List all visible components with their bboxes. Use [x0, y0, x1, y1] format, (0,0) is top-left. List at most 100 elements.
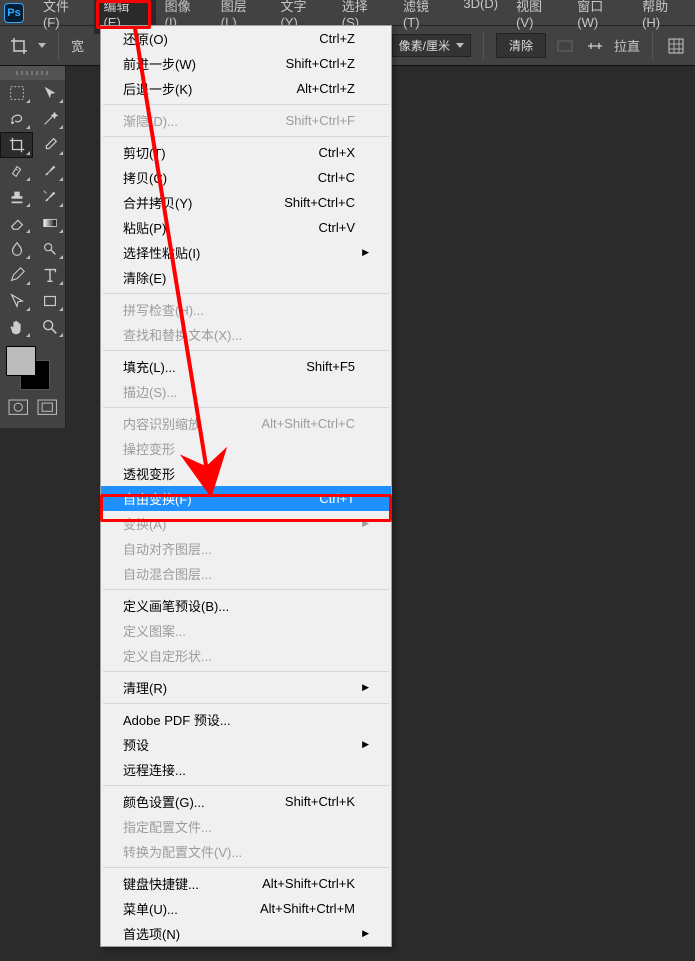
move-tool-icon[interactable] [33, 80, 66, 106]
menu-item-自动对齐图层...: 自动对齐图层... [101, 536, 391, 561]
app-logo: Ps [4, 3, 24, 23]
panel-drag-handle[interactable] [0, 66, 65, 80]
rectangle-tool-icon[interactable] [33, 288, 66, 314]
menu-item-清理(R)[interactable]: 清理(R)▶ [101, 675, 391, 700]
units-value: 像素/厘米 [399, 37, 450, 54]
menu-item-透视变形[interactable]: 透视变形 [101, 461, 391, 486]
submenu-arrow-icon: ▶ [361, 739, 369, 750]
menu-item-Adobe PDF 预设...[interactable]: Adobe PDF 预设... [101, 707, 391, 732]
units-dropdown[interactable]: 像素/厘米 [392, 34, 471, 57]
menu-item-label: 粘贴(P) [123, 218, 309, 237]
eyedropper-tool-icon[interactable] [33, 132, 66, 158]
menu-item-label: 透视变形 [123, 464, 355, 483]
menu-item-定义画笔预设(B)...[interactable]: 定义画笔预设(B)... [101, 593, 391, 618]
menubar: Ps 文件(F)编辑(E)图像(I)图层(L)文字(Y)选择(S)滤镜(T)3D… [0, 0, 695, 26]
menu-item-label: 后退一步(K) [123, 79, 286, 98]
menu-item-label: 定义画笔预设(B)... [123, 596, 355, 615]
menu-separator [103, 293, 389, 294]
gradient-tool-icon[interactable] [33, 210, 66, 236]
menu-item-首选项(N)[interactable]: 首选项(N)▶ [101, 921, 391, 946]
straighten-icon[interactable] [584, 35, 606, 57]
path-select-tool-icon[interactable] [0, 288, 33, 314]
menu-item-label: 拷贝(C) [123, 168, 308, 187]
menu-item-拷贝(C)[interactable]: 拷贝(C)Ctrl+C [101, 165, 391, 190]
type-tool-icon[interactable] [33, 262, 66, 288]
menu-item-shortcut: Shift+Ctrl+F [286, 113, 355, 128]
menu-item-前进一步(W)[interactable]: 前进一步(W)Shift+Ctrl+Z [101, 51, 391, 76]
dodge-tool-icon[interactable] [33, 236, 66, 262]
menu-separator [103, 104, 389, 105]
menu-滤镜(T)[interactable]: 滤镜(T) [394, 0, 454, 34]
menu-item-label: Adobe PDF 预设... [123, 710, 355, 729]
menu-3D(D)[interactable]: 3D(D) [454, 0, 507, 34]
stamp-tool-icon[interactable] [0, 184, 33, 210]
history-brush-tool-icon[interactable] [33, 184, 66, 210]
menu-item-选择性粘贴(I)[interactable]: 选择性粘贴(I)▶ [101, 240, 391, 265]
menu-item-shortcut: Alt+Ctrl+Z [296, 81, 355, 96]
menu-视图(V)[interactable]: 视图(V) [507, 0, 568, 34]
straighten-label: 拉直 [614, 36, 640, 55]
menu-item-操控变形: 操控变形 [101, 436, 391, 461]
crop-tool-icon[interactable] [0, 132, 33, 158]
zoom-tool-icon[interactable] [33, 314, 66, 340]
submenu-arrow-icon: ▶ [361, 518, 369, 529]
menu-separator [103, 703, 389, 704]
eraser-tool-icon[interactable] [0, 210, 33, 236]
menu-帮助(H)[interactable]: 帮助(H) [633, 0, 695, 34]
menu-文件(F)[interactable]: 文件(F) [34, 0, 94, 34]
brush-tool-icon[interactable] [33, 158, 66, 184]
separator [58, 32, 59, 60]
menu-separator [103, 350, 389, 351]
menu-item-菜单(U)...[interactable]: 菜单(U)...Alt+Shift+Ctrl+M [101, 896, 391, 921]
menu-separator [103, 867, 389, 868]
menu-separator [103, 407, 389, 408]
separator [652, 32, 653, 60]
menu-item-颜色设置(G)...[interactable]: 颜色设置(G)...Shift+Ctrl+K [101, 789, 391, 814]
menu-item-label: 变换(A) [123, 514, 355, 533]
menu-item-label: 键盘快捷键... [123, 874, 252, 893]
wand-tool-icon[interactable] [33, 106, 66, 132]
menu-item-预设[interactable]: 预设▶ [101, 732, 391, 757]
grid-overlay-icon[interactable] [665, 35, 687, 57]
menu-item-定义自定形状...: 定义自定形状... [101, 643, 391, 668]
menu-item-自由变换(F)[interactable]: 自由变换(F)Ctrl+T [101, 486, 391, 511]
menu-item-shortcut: Alt+Shift+Ctrl+C [261, 416, 355, 431]
menu-item-label: 选择性粘贴(I) [123, 243, 355, 262]
menu-item-填充(L)...[interactable]: 填充(L)...Shift+F5 [101, 354, 391, 379]
screen-mode-icon[interactable] [37, 398, 58, 416]
menu-item-label: 指定配置文件... [123, 817, 355, 836]
separator [483, 32, 484, 60]
chevron-down-icon[interactable] [38, 43, 46, 48]
marquee-tool-icon[interactable] [0, 80, 33, 106]
menu-窗口(W)[interactable]: 窗口(W) [568, 0, 633, 34]
standard-mode-icon[interactable] [8, 398, 29, 416]
menu-item-label: 自动对齐图层... [123, 539, 355, 558]
menu-item-合并拷贝(Y)[interactable]: 合并拷贝(Y)Shift+Ctrl+C [101, 190, 391, 215]
color-swatches[interactable] [0, 340, 65, 390]
menu-item-键盘快捷键...[interactable]: 键盘快捷键...Alt+Shift+Ctrl+K [101, 871, 391, 896]
healing-tool-icon[interactable] [0, 158, 33, 184]
menu-item-label: 剪切(T) [123, 143, 309, 162]
menu-separator [103, 589, 389, 590]
clear-button[interactable]: 清除 [496, 33, 546, 58]
menu-item-label: 填充(L)... [123, 357, 296, 376]
menu-item-拼写检查(H)...: 拼写检查(H)... [101, 297, 391, 322]
foreground-color-swatch[interactable] [6, 346, 36, 376]
pen-tool-icon[interactable] [0, 262, 33, 288]
menu-item-剪切(T)[interactable]: 剪切(T)Ctrl+X [101, 140, 391, 165]
blur-tool-icon[interactable] [0, 236, 33, 262]
edit-menu-dropdown: 还原(O)Ctrl+Z前进一步(W)Shift+Ctrl+Z 后退一步(K) Alt… [100, 25, 392, 947]
menu-item-还原(O)[interactable]: 还原(O)Ctrl+Z [101, 26, 391, 51]
hand-tool-icon[interactable] [0, 314, 33, 340]
menu-item-查找和替换文本(X)...: 查找和替换文本(X)... [101, 322, 391, 347]
crop-tool-icon[interactable] [8, 35, 30, 57]
menu-item-渐隐(D)...: 渐隐(D)...Shift+Ctrl+F [101, 108, 391, 133]
menu-item-指定配置文件...: 指定配置文件... [101, 814, 391, 839]
menu-separator [103, 136, 389, 137]
lasso-tool-icon[interactable] [0, 106, 33, 132]
menu-item-远程连接...[interactable]: 远程连接... [101, 757, 391, 782]
menu-item-清除(E)[interactable]: 清除(E) [101, 265, 391, 290]
menu-item-粘贴(P)[interactable]: 粘贴(P)Ctrl+V [101, 215, 391, 240]
front-image-icon [554, 35, 576, 57]
menu-item-后退一步(K)[interactable]: 后退一步(K) Alt+Ctrl+Z [101, 76, 391, 101]
